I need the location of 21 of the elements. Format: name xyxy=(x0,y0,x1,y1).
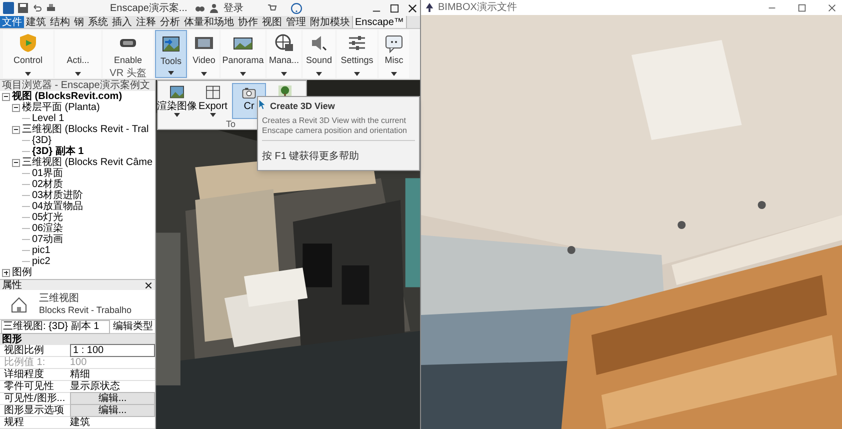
property-value: 100 xyxy=(70,356,88,368)
panel-title: 属性 xyxy=(1,280,22,290)
property-label: 图形显示选项 xyxy=(3,404,65,416)
property-value: 显示原状态 xyxy=(70,380,121,392)
group-header: 图形 xyxy=(1,334,22,345)
type-category: 三维视图 xyxy=(39,293,80,305)
tooltip-help: 按 F1 键获得更多帮助 xyxy=(262,150,360,162)
property-label: 规程 xyxy=(3,416,25,428)
property-value: 精细 xyxy=(70,368,91,380)
property-label: 零件可见性 xyxy=(3,380,55,392)
type-name: Blocks Revit - Trabalho xyxy=(39,305,132,316)
document-title: Enscape演示案... xyxy=(110,2,188,16)
window-title: BIMBOX演示文件 xyxy=(438,2,517,14)
property-value: 建筑 xyxy=(70,416,91,428)
panel-title: 项目浏览器 - Enscape演示案例文 xyxy=(1,80,150,91)
property-label: 比例值 1: xyxy=(3,356,46,368)
property-label: 可见性/图形... xyxy=(3,392,66,404)
property-label: 详细程度 xyxy=(3,368,45,380)
property-label: 视图比例 xyxy=(3,344,45,356)
panel-label: To xyxy=(226,119,236,129)
tooltip-title: Create 3D View xyxy=(270,100,335,113)
